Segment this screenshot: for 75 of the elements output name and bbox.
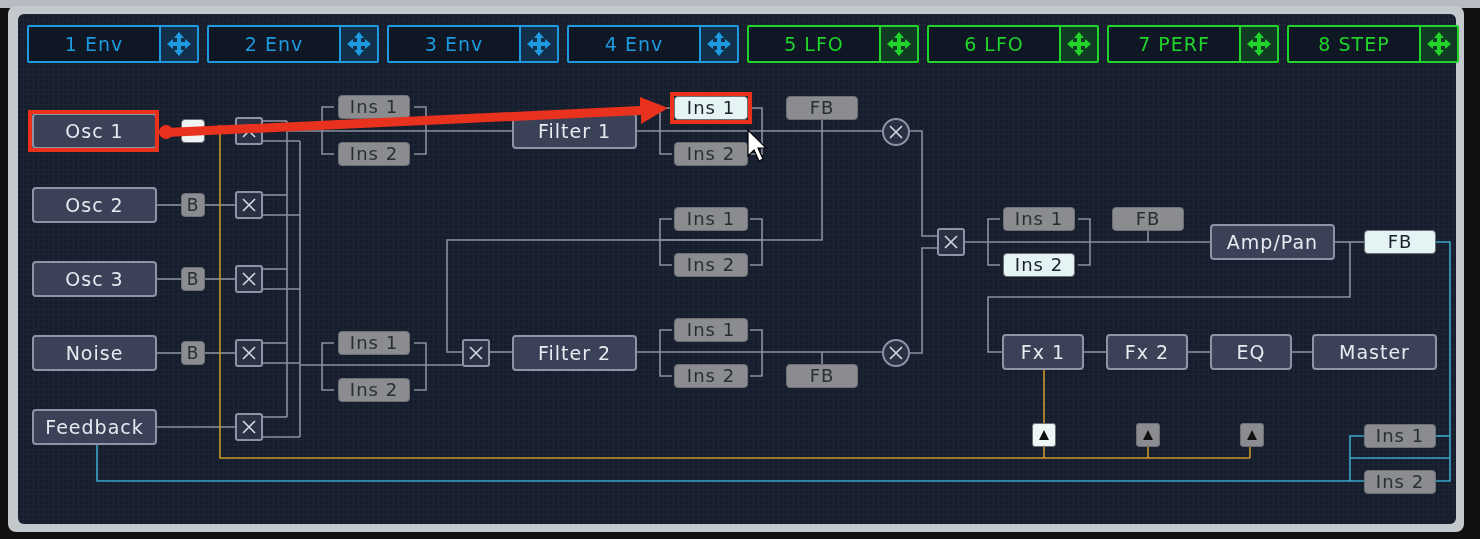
insert-slot[interactable]: Ins 1 [338,331,410,355]
insert-slot[interactable]: Ins 1 [1003,207,1075,231]
mixer-button[interactable] [462,339,490,367]
send-button[interactable] [1136,423,1160,447]
module-button[interactable]: Fx 2 [1106,334,1188,370]
move-icon [165,30,193,58]
move-icon [1245,30,1273,58]
connector-line [204,352,236,354]
move-icon [1065,30,1093,58]
connector-line [204,278,236,280]
mixer-button[interactable] [235,413,263,441]
cross-icon [943,234,959,250]
cross-icon [241,271,257,287]
insert-slot[interactable]: Ins 2 [1003,253,1075,277]
cross-icon [241,419,257,435]
insert-slot[interactable]: FB [786,96,858,120]
cross-icon [241,197,257,213]
move-icon [1425,30,1453,58]
mod-slot[interactable]: 5 LFO [747,25,919,63]
mod-slot[interactable]: 8 STEP [1287,25,1459,63]
move-icon [885,30,913,58]
insert-slot[interactable]: Ins 1 [674,318,748,342]
cross-icon [241,345,257,361]
insert-slot[interactable]: Ins 2 [674,142,748,166]
bypass-button[interactable]: B [181,341,205,365]
triangle-icon [1038,429,1050,441]
cross-icon [888,124,904,140]
triangle-icon [1142,429,1154,441]
mod-slot[interactable]: 6 LFO [927,25,1099,63]
connector-line [204,204,236,206]
bypass-button[interactable]: B [181,193,205,217]
move-icon [705,30,733,58]
connector-line [156,352,182,354]
module-button[interactable]: Osc 1 [32,113,157,149]
mixer-button[interactable] [235,265,263,293]
send-button[interactable] [1240,423,1264,447]
cross-icon [468,345,484,361]
cross-icon [888,345,904,361]
mod-slot[interactable]: 2 Env [207,25,379,63]
mod-slot[interactable]: 3 Env [387,25,559,63]
insert-slot[interactable]: Ins 2 [1364,470,1436,494]
mod-slot[interactable]: 4 Env [567,25,739,63]
triangle-icon [1246,429,1258,441]
insert-slot[interactable]: Ins 1 [1364,424,1436,448]
insert-slot[interactable]: Ins 1 [674,207,748,231]
module-button[interactable]: Osc 3 [32,261,157,297]
mod-slot[interactable]: 1 Env [27,25,199,63]
insert-slot[interactable]: Ins 2 [674,253,748,277]
insert-slot[interactable]: Ins 1 [674,96,748,120]
move-icon [345,30,373,58]
module-button[interactable]: Noise [32,335,157,371]
module-button[interactable]: Fx 1 [1002,334,1084,370]
move-icon [525,30,553,58]
mixer-button[interactable] [235,191,263,219]
insert-slot[interactable]: Ins 1 [338,95,410,119]
mixer-button[interactable] [235,339,263,367]
insert-slot[interactable]: Ins 2 [338,142,410,166]
module-button[interactable]: Master [1312,334,1437,370]
connector-line [156,278,182,280]
insert-slot[interactable]: Ins 2 [674,364,748,388]
connector-line [156,204,182,206]
module-button[interactable]: Feedback [32,409,157,445]
mod-slot[interactable]: 7 PERF [1107,25,1279,63]
insert-slot[interactable]: FB [1364,230,1436,254]
module-button[interactable]: Amp/Pan [1210,224,1335,260]
mixer-button[interactable] [937,228,965,256]
send-button[interactable] [1032,423,1056,447]
module-button[interactable]: EQ [1210,334,1292,370]
insert-slot[interactable]: FB [786,364,858,388]
module-button[interactable]: Filter 2 [512,335,637,371]
bypass-button[interactable]: B [181,267,205,291]
insert-slot[interactable]: Ins 2 [338,378,410,402]
cursor-icon [747,128,768,162]
insert-slot[interactable]: FB [1112,207,1184,231]
module-button[interactable]: Osc 2 [32,187,157,223]
